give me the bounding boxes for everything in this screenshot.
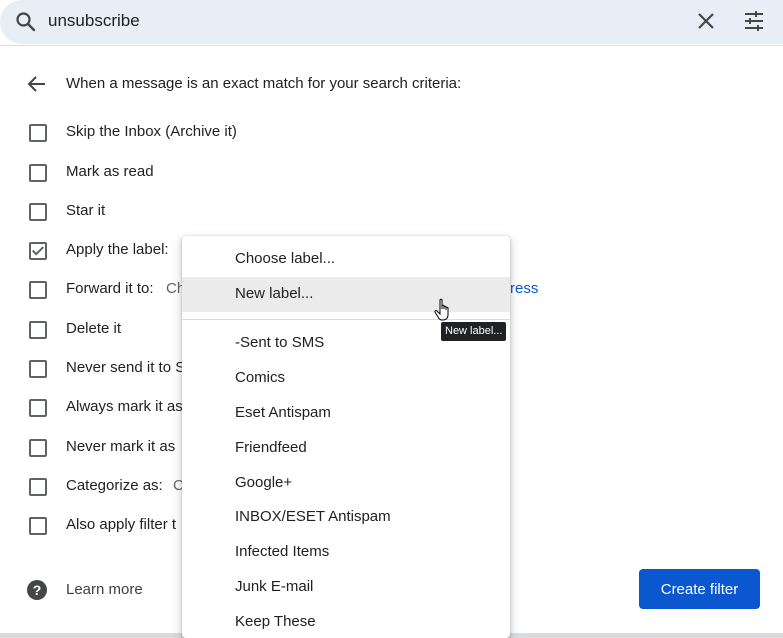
- skip-inbox-checkbox[interactable]: [29, 124, 47, 142]
- add-forwarding-address-link[interactable]: ress: [510, 280, 538, 297]
- menu-item-label: INBOX/ESET Antispam: [235, 508, 391, 525]
- option-label: Mark as read: [66, 163, 154, 180]
- option-label: Forward it to:: [66, 280, 154, 297]
- menu-item-label-option[interactable]: Friendfeed: [182, 431, 510, 466]
- menu-item-label: Choose label...: [235, 250, 336, 267]
- menu-item-label-option[interactable]: Eset Antispam: [182, 396, 510, 431]
- menu-item-label: Comics: [235, 369, 286, 386]
- divider: [0, 45, 783, 46]
- menu-item-label: -Sent to SMS: [235, 334, 325, 351]
- label-dropdown-menu: Choose label... New label... -Sent to SM…: [182, 236, 510, 638]
- menu-item-label: Eset Antispam: [235, 404, 331, 421]
- option-label: Always mark it as: [66, 398, 183, 415]
- option-label: Never mark it as: [66, 438, 176, 455]
- never-spam-checkbox[interactable]: [29, 360, 47, 378]
- menu-item-label-option[interactable]: Keep These: [182, 605, 510, 638]
- categorize-checkbox[interactable]: [29, 478, 47, 496]
- menu-item-label: Friendfeed: [235, 439, 307, 456]
- forward-checkbox[interactable]: [29, 281, 47, 299]
- help-icon[interactable]: ?: [26, 579, 48, 601]
- menu-item-label: New label...: [235, 285, 314, 302]
- menu-item-label: Keep These: [235, 613, 316, 630]
- menu-separator: [182, 319, 510, 320]
- hand-cursor-icon: [434, 298, 449, 321]
- mark-read-checkbox[interactable]: [29, 164, 47, 182]
- option-label: Never send it to S: [66, 359, 186, 376]
- star-checkbox[interactable]: [29, 203, 47, 221]
- also-apply-checkbox[interactable]: [29, 517, 47, 535]
- svg-text:?: ?: [33, 582, 42, 598]
- menu-item-new-label[interactable]: New label...: [182, 277, 510, 312]
- tune-icon[interactable]: [742, 9, 766, 33]
- delete-checkbox[interactable]: [29, 321, 47, 339]
- search-bar: unsubscribe: [0, 0, 783, 44]
- back-arrow-icon[interactable]: [26, 73, 48, 95]
- menu-item-label-option[interactable]: Google+: [182, 466, 510, 501]
- always-important-checkbox[interactable]: [29, 399, 47, 417]
- learn-more-link[interactable]: Learn more: [66, 581, 143, 598]
- menu-item-label-option[interactable]: Junk E-mail: [182, 570, 510, 605]
- search-input[interactable]: unsubscribe: [48, 11, 140, 31]
- apply-label-checkbox[interactable]: [29, 242, 47, 260]
- option-label: Apply the label:: [66, 241, 169, 258]
- search-icon[interactable]: [14, 10, 38, 34]
- menu-item-label: Junk E-mail: [235, 578, 314, 595]
- menu-item-label-option[interactable]: INBOX/ESET Antispam: [182, 500, 510, 535]
- menu-item-label: Google+: [235, 474, 293, 491]
- menu-item-label-option[interactable]: Comics: [182, 361, 510, 396]
- menu-item-label: Infected Items: [235, 543, 330, 560]
- never-important-checkbox[interactable]: [29, 439, 47, 457]
- option-label: Star it: [66, 202, 106, 219]
- option-label: Also apply filter t: [66, 516, 177, 533]
- menu-item-label-option[interactable]: Infected Items: [182, 535, 510, 570]
- close-icon[interactable]: [694, 9, 718, 33]
- option-label: Skip the Inbox (Archive it): [66, 123, 237, 140]
- create-filter-button[interactable]: Create filter: [639, 569, 760, 609]
- option-label: Delete it: [66, 320, 122, 337]
- tooltip: New label...: [441, 322, 507, 341]
- option-label: Categorize as:: [66, 477, 163, 494]
- menu-item-choose-label[interactable]: Choose label...: [182, 242, 510, 277]
- criteria-title: When a message is an exact match for you…: [66, 75, 462, 92]
